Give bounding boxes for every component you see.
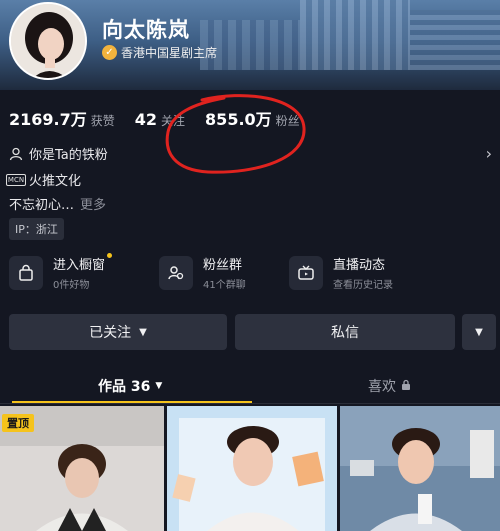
- message-button[interactable]: 私信: [235, 314, 455, 350]
- mcn-row[interactable]: MCN 火推文化: [5, 170, 82, 189]
- shortcut-subtitle: 查看历史记录: [333, 280, 393, 291]
- lock-icon: [401, 378, 411, 394]
- shortcut-shop-window[interactable]: 进入橱窗 0件好物: [9, 253, 113, 291]
- group-icon: [159, 255, 193, 290]
- video-thumbnail-2[interactable]: [167, 406, 337, 531]
- live-tv-icon: [289, 255, 323, 290]
- followed-button[interactable]: 已关注 ▼: [9, 314, 227, 350]
- ip-location-tag: IP：浙江: [9, 218, 64, 240]
- avatar[interactable]: [9, 2, 87, 80]
- pinned-badge: 置顶: [2, 414, 34, 432]
- video-thumbnail-3[interactable]: [340, 406, 500, 531]
- followed-label: 已关注: [89, 325, 132, 341]
- verification-label: 香港中国星剧主席: [121, 46, 218, 60]
- profile-stats: 2169.7万 获赞 42 关注 855.0万 粉丝: [9, 106, 320, 130]
- tab-likes[interactable]: 喜欢: [368, 376, 411, 396]
- verified-icon: ✓: [102, 45, 117, 60]
- video-thumbnail-1[interactable]: 置顶: [0, 406, 164, 531]
- mcn-name: 火推文化: [29, 174, 82, 189]
- shortcut-title: 进入橱窗: [53, 258, 106, 273]
- video-frame: [167, 406, 337, 531]
- profile-name: 向太陈岚: [102, 18, 190, 42]
- verification-badge: ✓ 香港中国星剧主席: [102, 44, 217, 61]
- chevron-right-icon[interactable]: ›: [486, 144, 492, 163]
- stat-value: 2169.7万: [9, 110, 87, 129]
- caret-down-icon: ▼: [155, 381, 163, 391]
- fan-status-text: 你是Ta的铁粉: [29, 148, 108, 163]
- tab-likes-label: 喜欢: [368, 379, 396, 395]
- shortcut-live-history[interactable]: 直播动态 查看历史记录: [289, 254, 393, 291]
- caret-down-icon: ▼: [475, 326, 483, 338]
- shopping-bag-icon: [9, 255, 43, 290]
- stat-value: 855.0万: [205, 110, 272, 129]
- bio-row[interactable]: 不忘初心… 更多: [9, 194, 106, 213]
- bio-more-link[interactable]: 更多: [80, 194, 106, 213]
- shortcut-fan-group[interactable]: 粉丝群 41个群聊: [159, 254, 246, 291]
- shortcut-subtitle: 0件好物: [53, 280, 90, 291]
- tab-works[interactable]: 作品 36 ▼: [98, 376, 162, 396]
- video-frame: [340, 406, 500, 531]
- message-label: 私信: [331, 325, 359, 341]
- stat-label: 粉丝: [275, 114, 300, 128]
- new-dot-badge: [107, 253, 113, 258]
- tab-divider: [0, 403, 500, 404]
- shortcut-title: 直播动态: [333, 258, 386, 273]
- stat-label: 获赞: [90, 114, 115, 128]
- tab-works-label: 作品 36: [98, 379, 151, 395]
- stat-followers[interactable]: 855.0万 粉丝: [205, 106, 300, 130]
- banner-building: [410, 10, 500, 70]
- mcn-icon: MCN: [5, 173, 27, 186]
- shortcut-subtitle: 41个群聊: [203, 280, 246, 291]
- user-icon: [9, 147, 23, 161]
- shortcut-title: 粉丝群: [203, 258, 243, 273]
- stat-value: 42: [134, 110, 158, 129]
- caret-down-icon: ▼: [139, 326, 147, 338]
- fan-status-row[interactable]: 你是Ta的铁粉: [9, 144, 108, 163]
- stat-following[interactable]: 42 关注: [135, 110, 185, 129]
- banner-building: [300, 0, 410, 70]
- bio-text: 不忘初心…: [9, 198, 75, 213]
- stat-likes[interactable]: 2169.7万 获赞: [9, 106, 115, 130]
- stat-label: 关注: [161, 114, 186, 128]
- more-dropdown-button[interactable]: ▼: [462, 314, 496, 350]
